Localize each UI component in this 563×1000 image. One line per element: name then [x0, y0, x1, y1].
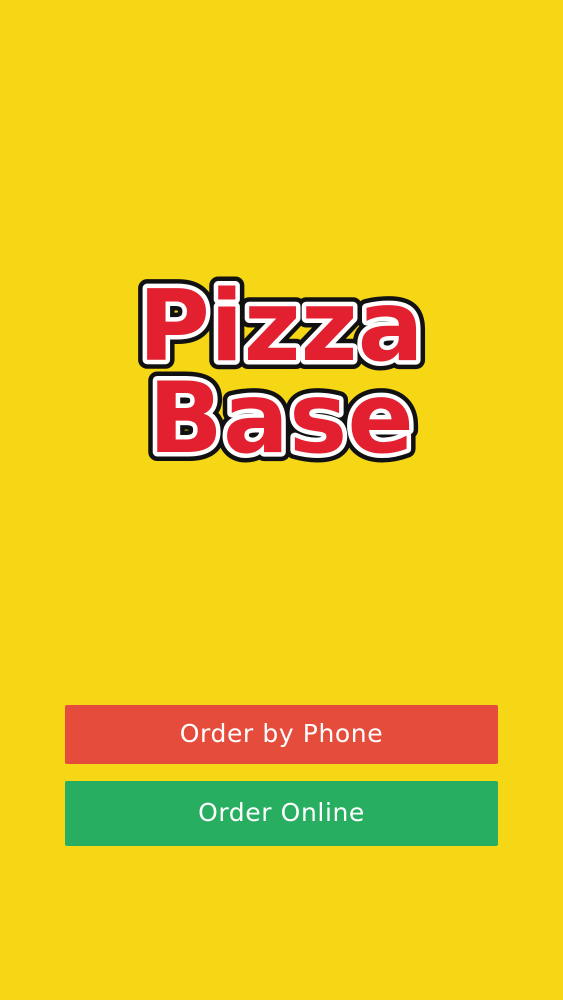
splash-screen: Pizza Pizza Pizza Base Base Base Order b…: [0, 0, 563, 1000]
order-online-label: Order Online: [198, 798, 365, 827]
brand-logo: Pizza Pizza Pizza Base Base Base: [96, 272, 466, 472]
logo-text-line2: Base: [148, 362, 414, 472]
order-by-phone-label: Order by Phone: [179, 719, 384, 748]
order-online-button[interactable]: Order Online: [65, 781, 498, 846]
brand-logo-wordmark: Pizza Pizza Pizza Base Base Base: [129, 272, 433, 472]
order-by-phone-button[interactable]: Order by Phone: [65, 705, 498, 764]
